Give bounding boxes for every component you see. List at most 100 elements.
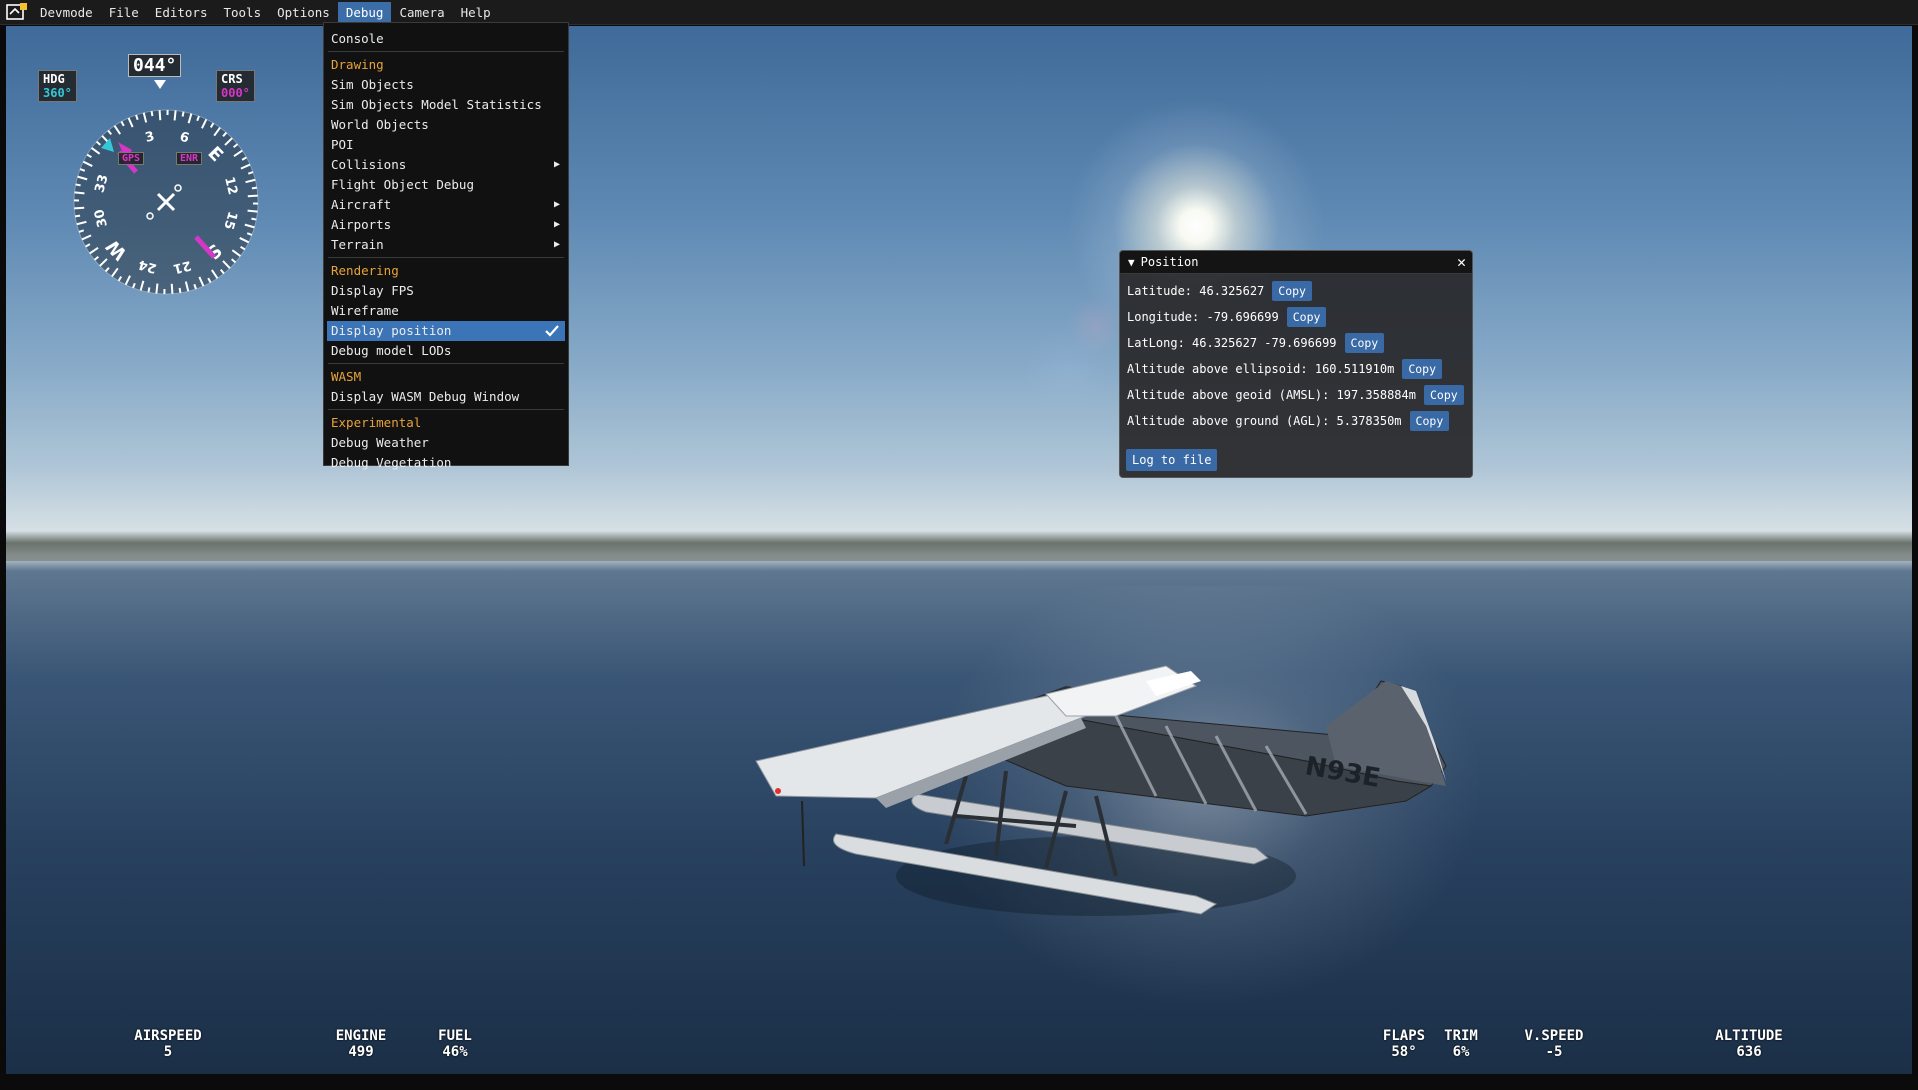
debug-dropdown-menu: Console Drawing Sim Objects Sim Objects … [323,22,569,470]
menu-item-debug-weather[interactable]: Debug Weather [324,433,568,453]
latlong-text: LatLong: 46.325627 -79.696699 [1127,336,1337,350]
menu-item-aircraft-label: Aircraft [331,197,392,212]
menu-item-console[interactable]: Console [324,29,568,49]
menu-separator [328,257,564,258]
menu-item-sim-objects[interactable]: Sim Objects [324,75,568,95]
altitude-geoid-text: Altitude above geoid (AMSL): 197.358884m [1127,388,1416,402]
menu-item-airports-label: Airports [331,217,392,232]
simulator-viewport[interactable]: N93E [6,26,1912,1074]
menu-editors[interactable]: Editors [147,2,216,23]
collapse-triangle-icon[interactable]: ▼ [1128,256,1135,269]
menu-item-debug-model-lods[interactable]: Debug model LODs [324,341,568,361]
copy-longitude-button[interactable]: Copy [1286,307,1327,327]
copy-altitude-geoid-button[interactable]: Copy [1423,385,1464,405]
position-panel: ▼ Position ✕ Latitude: 46.325627 Copy Lo… [1119,250,1473,478]
menu-separator [328,409,564,410]
menu-options[interactable]: Options [269,2,338,23]
hdg-label: HDG [43,72,65,86]
compass-tick [75,183,81,187]
floatplane-aircraft: N93E [755,665,1447,916]
altitude-ellipsoid-text: Altitude above ellipsoid: 160.511910m [1127,362,1395,376]
engine-label: ENGINE [335,1028,387,1044]
copy-altitude-ground-button[interactable]: Copy [1409,411,1450,431]
airspeed-label: AIRSPEED [134,1028,202,1044]
longitude-row: Longitude: -79.696699 Copy [1120,304,1472,330]
menu-item-terrain-label: Terrain [331,237,384,252]
altitude-label: ALTITUDE [1715,1028,1783,1044]
latlong-row: LatLong: 46.325627 -79.696699 Copy [1120,330,1472,356]
latitude-text: Latitude: 46.325627 [1127,284,1265,298]
menu-item-flight-object-debug[interactable]: Flight Object Debug [324,175,568,195]
menu-item-collisions[interactable]: Collisions ▶ [324,155,568,175]
trim-readout: TRIM 6% [1436,1028,1486,1060]
compass-tick [150,110,154,117]
copy-latitude-button[interactable]: Copy [1272,281,1312,301]
compass-tick [158,110,162,121]
compass-tick [251,186,258,190]
section-experimental: Experimental [331,415,422,430]
menu-item-world-objects[interactable]: World Objects [324,115,568,135]
crs-value: 000° [221,86,250,100]
engine-readout: ENGINE 499 [326,1028,396,1060]
menu-separator [328,363,564,364]
menu-item-poi[interactable]: POI [324,135,568,155]
menu-item-wireframe[interactable]: Wireframe [324,301,568,321]
copy-latlong-button[interactable]: Copy [1344,333,1385,353]
checkmark-icon [545,325,559,337]
fuel-label: FUEL [438,1028,472,1044]
compass-tick [251,217,257,221]
compass-tick [181,111,185,117]
menu-item-aircraft[interactable]: Aircraft ▶ [324,195,568,215]
flaps-label: FLAPS [1382,1028,1426,1044]
compass-tick [247,209,258,213]
menu-item-display-position-label: Display position [331,323,452,338]
menu-item-terrain[interactable]: Terrain ▶ [324,235,568,255]
compass-tick [170,283,174,294]
compass-tick [147,287,151,293]
compass-tick [155,283,159,294]
altitude-ground-text: Altitude above ground (AGL): 5.378350m [1127,414,1402,428]
trim-label: TRIM [1444,1028,1478,1044]
menu-item-airports[interactable]: Airports ▶ [324,215,568,235]
altitude-ellipsoid-row: Altitude above ellipsoid: 160.511910m Co… [1120,356,1472,382]
submenu-arrow-icon: ▶ [553,219,560,230]
compass-tick [74,206,85,210]
section-rendering: Rendering [331,263,399,278]
vspeed-label: V.SPEED [1524,1028,1584,1044]
log-to-file-button[interactable]: Log to file [1126,449,1218,471]
crs-label: CRS [221,72,243,86]
menu-item-debug-vegetation[interactable]: Debug Vegetation [324,453,568,473]
bottom-border [0,1074,1918,1090]
enr-annunciator: ENR [176,152,203,165]
section-wasm: WASM [331,369,362,384]
gps-annunciator: GPS [118,152,145,165]
menu-separator [328,51,564,52]
menu-item-display-fps[interactable]: Display FPS [324,281,568,301]
menu-item-sim-objects-model-statistics[interactable]: Sim Objects Model Statistics [324,95,568,115]
engine-value: 499 [348,1044,374,1060]
menu-help[interactable]: Help [453,2,499,23]
submenu-arrow-icon: ▶ [553,199,560,210]
menu-devmode[interactable]: Devmode [32,2,101,23]
menu-item-display-wasm-debug-window[interactable]: Display WASM Debug Window [324,387,568,407]
menu-debug[interactable]: Debug [337,1,392,23]
close-icon[interactable]: ✕ [1457,253,1466,271]
copy-altitude-ellipsoid-button[interactable]: Copy [1402,359,1443,379]
hdg-box: HDG 360° [38,70,77,102]
position-panel-titlebar[interactable]: ▼ Position ✕ [1120,251,1472,274]
menu-camera[interactable]: Camera [391,2,452,23]
airspeed-readout: AIRSPEED 5 [128,1028,208,1060]
longitude-text: Longitude: -79.696699 [1127,310,1279,324]
compass-rose: 3 6E1215S2124W3033 [73,109,259,295]
lubber-line-icon [154,80,166,89]
menu-bar: Devmode File Editors Tools Options Debug… [0,0,1918,25]
panel-title: Position [1140,255,1199,269]
menu-file[interactable]: File [101,2,147,23]
airspeed-value: 5 [163,1044,173,1060]
compass-tick [74,214,81,218]
devmode-logo-icon [6,3,27,20]
menu-tools[interactable]: Tools [215,2,269,23]
menu-item-display-position[interactable]: Display position [327,321,565,341]
hdg-value: 360° [43,86,72,100]
compass-tick [173,110,177,121]
